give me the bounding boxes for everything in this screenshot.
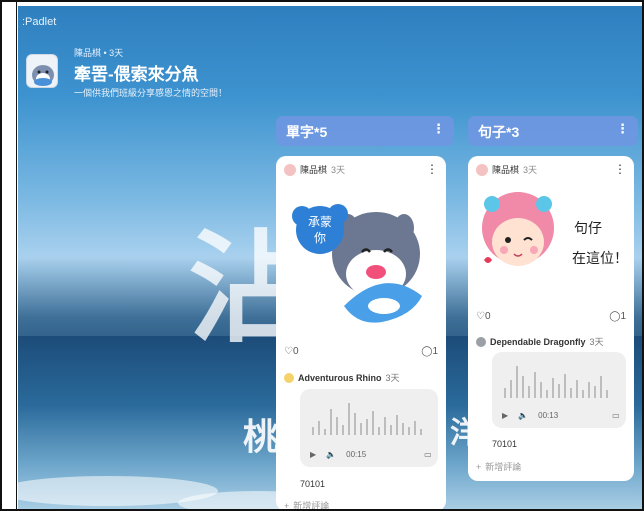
avatar: [284, 163, 296, 176]
audio-time: 00:13: [538, 411, 559, 420]
audio-controls: ▶ 🔈 00:13 ▭: [502, 411, 620, 420]
comment-count: 1: [620, 311, 626, 322]
post-card[interactable]: 陳品棋 3天 ⋮ 句仔 在這位！ ♡0 ◯1 Dependable Dragon…: [468, 156, 634, 481]
author-name: 陳品棋: [300, 165, 328, 175]
play-icon[interactable]: ▶: [310, 450, 316, 459]
volume-icon[interactable]: 🔈: [518, 411, 528, 420]
post-caption: 70101: [492, 439, 518, 449]
board-description: 一個供我們班級分享感恩之情的空間！: [74, 88, 228, 98]
post-time: 3天: [331, 165, 346, 175]
comment-button[interactable]: ◯1: [421, 346, 438, 357]
comment-time: 3天: [589, 337, 604, 347]
audio-controls: ▶ 🔈 00:15 ▭: [310, 450, 432, 459]
post-time: 3天: [523, 165, 538, 175]
reaction-bar: ♡0 ◯1: [284, 346, 438, 357]
comment-time: 3天: [385, 373, 400, 383]
commenter-name: Adventurous Rhino: [298, 372, 382, 383]
more-icon[interactable]: ⋮: [432, 121, 445, 137]
like-count: 0: [484, 311, 491, 322]
comment-author: Adventurous Rhino 3天: [284, 371, 400, 384]
sticker-text-1: 句仔: [574, 220, 602, 236]
plus-icon: +: [284, 500, 290, 510]
like-button[interactable]: ♡0: [284, 346, 299, 357]
add-comment-placeholder: 新增評論: [293, 501, 330, 509]
column-title: 句子*3: [478, 124, 520, 140]
svg-text:你: 你: [314, 231, 326, 245]
avatar: [284, 372, 294, 383]
author-name: 陳品棋: [492, 165, 520, 175]
padlet-board: 沾 桃 洋 :Padlet 陳品棋 • 3天 牽罟-偎索來分魚 一個供我們班級分…: [18, 6, 642, 509]
svg-text:承蒙: 承蒙: [308, 215, 332, 229]
audio-time: 00:15: [346, 450, 367, 459]
column-header-words[interactable]: 單字*5 ⋮: [276, 116, 454, 146]
board-title: 牽罟-偎索來分魚: [74, 65, 199, 84]
comment-icon: ◯: [421, 346, 433, 357]
audio-waveform: [504, 366, 608, 398]
volume-icon[interactable]: 🔈: [326, 450, 336, 459]
reaction-bar: ♡0 ◯1: [476, 311, 626, 322]
avatar: [476, 163, 488, 176]
commenter-name: Dependable Dragonfly: [490, 336, 586, 347]
post-author: 陳品棋 3天: [476, 163, 537, 176]
transcript-icon[interactable]: ▭: [424, 450, 432, 459]
screenshot-frame: 沾 桃 洋 :Padlet 陳品棋 • 3天 牽罟-偎索來分魚 一個供我們班級分…: [0, 0, 644, 511]
left-divider: [16, 2, 17, 509]
heart-icon: ♡: [284, 346, 293, 357]
heart-icon: ♡: [476, 311, 485, 322]
add-comment-field[interactable]: + 新增評論: [284, 499, 330, 510]
post-card[interactable]: 陳品棋 3天 ⋮ 承蒙 你 ♡0 ◯1 Adventurous Rhino 3天…: [276, 156, 446, 509]
comment-count: 1: [432, 346, 438, 357]
audio-player[interactable]: ▶ 🔈 00:13 ▭: [492, 352, 626, 428]
add-comment-field[interactable]: + 新增評論: [476, 460, 521, 473]
comment-author: Dependable Dragonfly 3天: [476, 335, 604, 348]
more-icon[interactable]: ⋮: [616, 121, 629, 137]
comment-button[interactable]: ◯1: [609, 311, 626, 322]
transcript-icon[interactable]: ▭: [612, 411, 620, 420]
add-comment-placeholder: 新增評論: [485, 462, 522, 472]
sticker-text-2: 在這位！: [572, 250, 628, 266]
comment-icon: ◯: [609, 311, 621, 322]
audio-player[interactable]: ▶ 🔈 00:15 ▭: [300, 389, 438, 467]
more-icon[interactable]: ⋮: [614, 162, 626, 176]
girl-sticker: [482, 192, 554, 266]
audio-waveform: [312, 403, 422, 435]
like-button[interactable]: ♡0: [476, 311, 491, 322]
post-author: 陳品棋 3天: [284, 163, 345, 176]
more-icon[interactable]: ⋮: [426, 162, 438, 176]
background-glyph-bottom: 桃: [243, 416, 280, 458]
dolphin-sticker: 承蒙 你: [292, 204, 422, 323]
board-avatar[interactable]: [26, 54, 58, 88]
play-icon[interactable]: ▶: [502, 411, 508, 420]
like-count: 0: [292, 346, 299, 357]
padlet-logo[interactable]: :Padlet: [22, 16, 56, 28]
column-header-sentences[interactable]: 句子*3 ⋮: [468, 116, 638, 146]
board-meta: 陳品棋 • 3天: [74, 48, 124, 58]
post-caption: 70101: [300, 479, 326, 489]
column-title: 單字*5: [286, 124, 328, 140]
plus-icon: +: [476, 461, 482, 472]
avatar: [476, 336, 486, 347]
